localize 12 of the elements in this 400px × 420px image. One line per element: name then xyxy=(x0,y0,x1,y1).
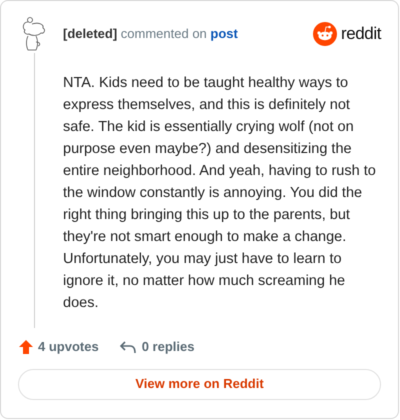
post-link[interactable]: post xyxy=(210,26,238,42)
comment-body: NTA. Kids need to be taught healthy ways to express themselves, and this is definitely not safe. The kid is essentially crying wolf (not on purpose even maybe?) and desensitizing the entire neighborhood. And yeah, having to rush to the window constantly is annoying. You did the right thing bringing this up to the parents, but they're not smart enough to make a change. Unfortunately, you may just have to learn to ignore it, no matter how much screaming he does. xyxy=(63,74,377,313)
logo-icon xyxy=(313,22,338,46)
avatar-icon xyxy=(20,16,48,52)
logo-wordmark: reddit xyxy=(341,23,381,46)
upvote-icon xyxy=(18,338,34,355)
upvote-count: 4 upvotes xyxy=(38,338,99,356)
action-text: commented on xyxy=(120,26,207,42)
author-name: [deleted] xyxy=(63,26,118,42)
reply-count: 0 replies xyxy=(142,338,194,356)
reply-icon xyxy=(118,338,137,355)
view-more-button[interactable]: View more on Reddit xyxy=(18,368,381,400)
